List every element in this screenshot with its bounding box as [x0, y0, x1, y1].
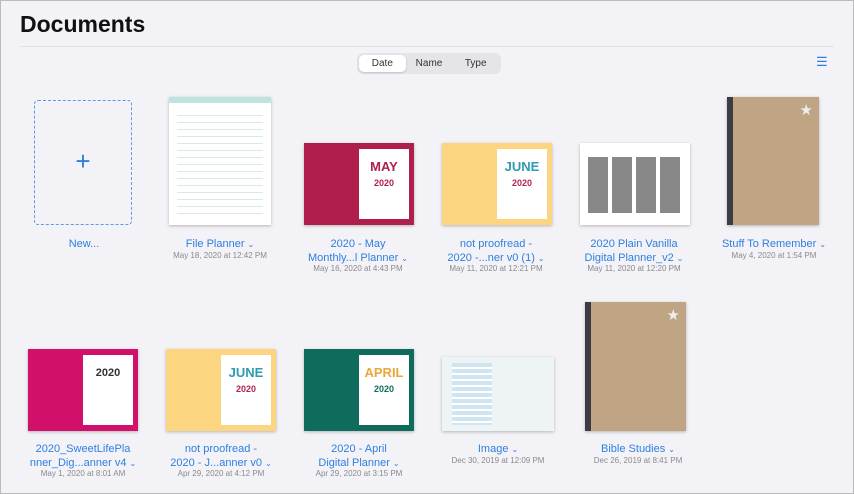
thumb-file-planner[interactable]	[169, 97, 271, 225]
doc-title[interactable]: not proofread -2020 - J...anner v0 ⌄	[151, 442, 291, 471]
doc-date: May 18, 2020 at 12:42 PM	[173, 251, 267, 260]
doc-date: May 16, 2020 at 4:43 PM	[313, 264, 403, 273]
doc-title[interactable]: 2020 - April Digital Planner ⌄	[289, 442, 429, 471]
new-label[interactable]: New...	[14, 237, 154, 251]
thumb-sweetlife-planner[interactable]: 2020	[28, 349, 138, 431]
thumb-april-planner[interactable]: APRIL 2020	[304, 349, 414, 431]
list-icon[interactable]: ☰	[816, 55, 830, 68]
doc-title[interactable]: Stuff To Remember ⌄	[704, 237, 844, 252]
doc-title[interactable]: 2020 Plain Vanilla Digital Planner_v2 ⌄	[564, 237, 704, 266]
new-document-button[interactable]: +	[34, 100, 132, 225]
thumb-may-planner[interactable]: MAY 2020	[304, 143, 414, 225]
sort-type[interactable]: Type	[452, 55, 499, 72]
doc-date: May 1, 2020 at 8:01 AM	[40, 469, 126, 478]
doc-title[interactable]: Image ⌄	[428, 442, 568, 457]
page-title: Documents	[20, 11, 146, 37]
doc-date: Apr 29, 2020 at 3:15 PM	[315, 469, 403, 478]
star-icon: ★	[666, 307, 680, 324]
doc-title[interactable]: 2020 - May Monthly...l Planner ⌄	[288, 237, 428, 266]
doc-title[interactable]: 2020_SweetLifePla nner_Dig...anner v4 ⌄	[13, 442, 153, 471]
thumb-bible-studies[interactable]: ★	[585, 302, 686, 431]
thumb-image[interactable]	[442, 357, 554, 431]
sort-name[interactable]: Name	[406, 55, 453, 72]
star-icon: ★	[799, 102, 813, 119]
thumb-june-planner-2[interactable]: JUNE 2020	[166, 349, 276, 431]
doc-date: May 11, 2020 at 12:20 PM	[587, 264, 681, 273]
thumb-stuff-to-remember[interactable]: ★	[727, 97, 819, 225]
divider	[20, 46, 834, 47]
doc-date: Apr 29, 2020 at 4:12 PM	[177, 469, 265, 478]
doc-title[interactable]: Bible Studies ⌄	[568, 442, 708, 457]
sort-date[interactable]: Date	[359, 55, 406, 72]
doc-title[interactable]: File Planner ⌄	[150, 237, 290, 252]
doc-date: Dec 26, 2019 at 8:41 PM	[593, 456, 683, 465]
doc-date: May 4, 2020 at 1:54 PM	[731, 251, 817, 260]
thumb-june-planner[interactable]: JUNE 2020	[442, 143, 552, 225]
doc-date: May 11, 2020 at 12:21 PM	[449, 264, 543, 273]
doc-date: Dec 30, 2019 at 12:09 PM	[451, 456, 545, 465]
sort-control[interactable]: Date Name Type	[357, 53, 501, 74]
doc-title[interactable]: not proofread -2020 -...ner v0 (1) ⌄	[426, 237, 566, 266]
thumb-year-glance[interactable]	[580, 143, 690, 225]
plus-icon: +	[75, 146, 91, 176]
